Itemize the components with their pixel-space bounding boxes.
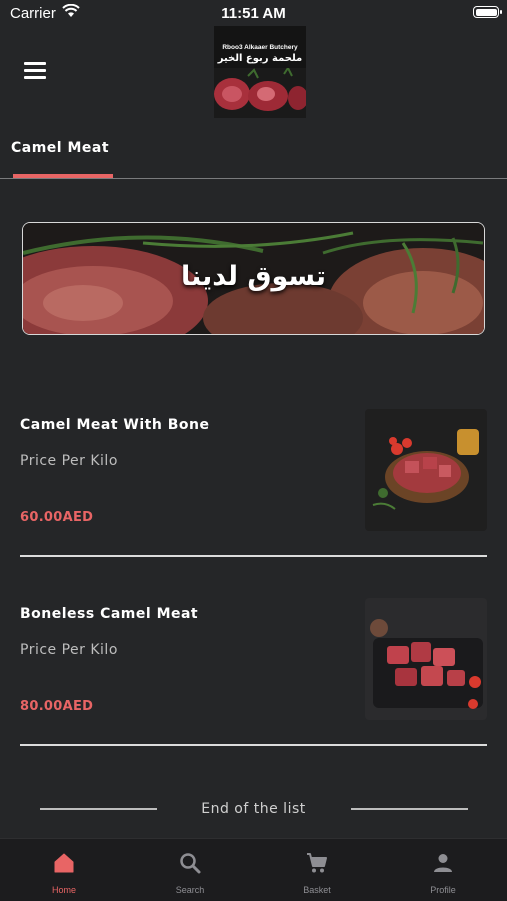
home-icon	[54, 853, 74, 873]
product-divider	[20, 744, 487, 746]
product-image	[365, 598, 487, 720]
product-name: Boneless Camel Meat	[20, 606, 199, 622]
product-price: 60.00AED	[20, 510, 94, 525]
cart-icon	[307, 853, 327, 873]
tab-divider	[0, 178, 507, 179]
nav-basket-label: Basket	[303, 885, 331, 895]
product-name: Camel Meat With Bone	[20, 417, 210, 433]
nav-basket[interactable]: Basket	[254, 839, 380, 901]
search-icon	[180, 853, 201, 874]
person-icon	[434, 854, 452, 872]
battery-level-fill	[475, 8, 497, 16]
store-logo: Rboo3 Alkaaer Butchery ملحمة ربوع الخير	[214, 26, 306, 118]
logo-meat-image	[214, 68, 306, 118]
battery-icon	[473, 6, 502, 18]
tab-camel-meat[interactable]: Camel Meat	[11, 140, 109, 156]
product-card[interactable]: Camel Meat With Bone Price Per Kilo 60.0…	[20, 409, 487, 565]
logo-name-ar: ملحمة ربوع الخير	[217, 53, 303, 64]
menu-icon[interactable]	[24, 62, 46, 80]
product-divider	[20, 555, 487, 557]
product-image	[365, 409, 487, 531]
product-unit: Price Per Kilo	[20, 453, 118, 469]
status-time: 11:51 AM	[221, 5, 286, 22]
nav-home-label: Home	[51, 885, 76, 895]
end-of-list-text: End of the list	[201, 801, 306, 817]
nav-profile-label: Profile	[430, 885, 456, 895]
nav-home[interactable]: Home	[1, 839, 127, 901]
nav-search-label: Search	[175, 885, 205, 895]
logo-name-en: Rboo3 Alkaaer Butchery	[222, 44, 298, 51]
bottom-navigation: Home Search Basket Profile	[0, 838, 507, 901]
product-price: 80.00AED	[20, 699, 94, 714]
status-bar: Carrier 11:51 AM	[0, 0, 507, 28]
promo-banner[interactable]: تسوق لدينا	[22, 222, 485, 335]
banner-text: تسوق لدينا	[180, 261, 327, 292]
nav-profile[interactable]: Profile	[380, 839, 506, 901]
product-card[interactable]: Boneless Camel Meat Price Per Kilo 80.00…	[20, 598, 487, 754]
product-unit: Price Per Kilo	[20, 642, 118, 658]
nav-search[interactable]: Search	[127, 839, 253, 901]
